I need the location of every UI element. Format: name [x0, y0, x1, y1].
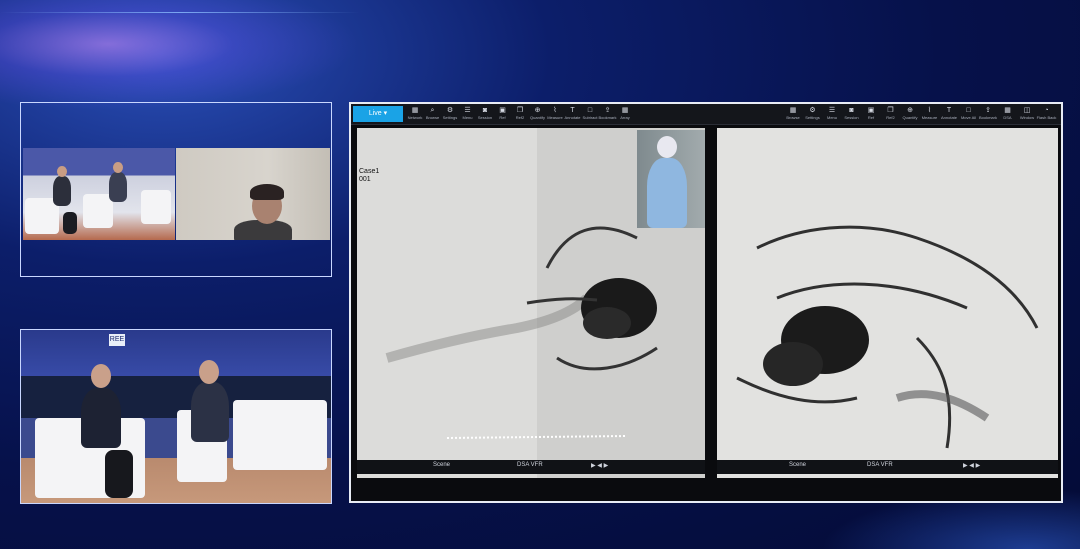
panelist-head [91, 364, 111, 388]
toolbar-button-label: Ref [867, 115, 875, 120]
speaker-figure [53, 176, 71, 206]
ruler-icon: ⌇ [927, 107, 932, 114]
zoom-icon: ⊕ [907, 107, 913, 114]
toolbar-button[interactable]: ⌇ Measure [920, 106, 940, 122]
toolbar-button[interactable]: ⚙ Settings [803, 106, 823, 122]
toolbar-button-label: DSA [1003, 115, 1012, 120]
toolbar-button[interactable]: ◔ Flash Back [1037, 106, 1057, 122]
angiogram-image [717, 128, 1058, 478]
grid-icon: ▦ [621, 107, 629, 114]
window-icon: ◫ [1023, 107, 1031, 114]
toolbar-button-label: Annotate [940, 115, 957, 120]
toolbar-button[interactable]: ⇪ Bookmark [978, 106, 998, 122]
toolbar-button-label: Settings [805, 115, 820, 120]
dsa-toolbar: Live ▾ ▦ Network ⌕ Browse ⚙ Settings ☰ Menu ◙ Ses… [351, 104, 1061, 125]
dsa-monitor[interactable]: Live ▾ ▦ Network ⌕ Browse ⚙ Settings ☰ Menu ◙ Ses… [349, 102, 1063, 503]
toolbar-button[interactable]: ◫ Window [1017, 106, 1037, 122]
toolbar-button-label: Menu [826, 115, 837, 120]
speaker-figure [109, 172, 127, 202]
angiogram-view-ap[interactable]: Case1 001 Scene DSA VFR ▶ ◀ ▶ [357, 128, 705, 478]
left-viewport-footer: Scene DSA VFR ▶ ◀ ▶ [357, 460, 705, 474]
save-icon: ▣ [867, 107, 875, 114]
scene-button[interactable]: Scene [433, 462, 450, 468]
live-button[interactable]: Live ▾ [353, 106, 403, 122]
square-icon: □ [966, 107, 971, 114]
toolbar-button-label: Quantify [902, 115, 918, 120]
gear-icon: ⚙ [809, 107, 816, 114]
toolbar-button-label: Measure [921, 115, 938, 120]
speaker-head [57, 166, 67, 177]
panelist-head [199, 360, 219, 384]
armchair [141, 190, 171, 224]
toolbar-button[interactable]: ▦ DSA [998, 106, 1018, 122]
toolbar-button[interactable]: ☰ Menu [822, 106, 842, 122]
video-inset-operating-room[interactable] [637, 130, 705, 228]
toolbar-button-label: Move All [960, 115, 977, 120]
armchair [83, 194, 113, 228]
toolbar-button[interactable]: T Annotate [939, 106, 959, 122]
text-icon: T [946, 107, 952, 114]
toolbar-button[interactable]: ▣ Ref [861, 106, 881, 122]
toolbar-button[interactable]: ◙ Session [842, 106, 862, 122]
surgeon-head [657, 136, 677, 158]
play-controls[interactable]: ▶ ◀ ▶ [591, 462, 608, 469]
armchair [233, 400, 327, 470]
camera-icon: ◙ [849, 107, 854, 114]
toolbar-button-label: Array [620, 115, 630, 120]
video-tile-forum[interactable] [23, 148, 175, 240]
remote-participant-hair [250, 184, 284, 200]
video-panel-top-left[interactable] [20, 102, 332, 277]
video-tile-remote-participant[interactable] [176, 148, 330, 240]
stage-nameplate: REE [109, 334, 125, 346]
toolbar-button-label: Bookmark [978, 115, 997, 120]
surgeon-figure [647, 158, 687, 228]
toolbar-button[interactable]: □ Move All [959, 106, 979, 122]
toolbar-button[interactable]: ▦ Browse [783, 106, 803, 122]
case-name: Case1 [359, 168, 380, 175]
right-viewport-footer: Scene DSA VFR ▶ ◀ ▶ [717, 460, 1058, 474]
background-nebula [0, 0, 360, 110]
toolbar-button-label: Session [844, 115, 859, 120]
grid-icon: ▦ [789, 107, 797, 114]
clock-icon: ◔ [1044, 107, 1049, 114]
toolbar-button-label: Flash Back [1036, 115, 1057, 120]
panelist-figure [191, 382, 229, 442]
mode-label: DSA VFR [867, 462, 893, 468]
mode-label: DSA VFR [517, 462, 543, 468]
angiogram-view-lateral[interactable]: Scene DSA VFR ▶ ◀ ▶ [717, 128, 1058, 478]
backpack [105, 450, 133, 498]
case-label: Case1 001 [359, 168, 379, 184]
video-panel-stage[interactable]: REE [20, 329, 332, 504]
backpack [63, 212, 77, 234]
speaker-head [113, 162, 123, 173]
play-controls[interactable]: ▶ ◀ ▶ [963, 462, 980, 469]
toolbar-button-label: Browse [786, 115, 800, 120]
toolbar-button[interactable]: ▦ Array [615, 106, 635, 122]
toolbar-button[interactable]: ⊕ Quantify [900, 106, 920, 122]
menu-icon: ☰ [828, 107, 836, 114]
grid-icon: ▦ [1004, 107, 1011, 114]
case-number: 001 [359, 176, 371, 183]
background-light-line [0, 12, 360, 13]
copy-icon: ❐ [887, 107, 894, 114]
panelist-figure [81, 388, 121, 448]
toolbar-button-label: Ref2 [886, 115, 895, 120]
export-icon: ⇪ [985, 107, 991, 114]
scene-button[interactable]: Scene [789, 462, 806, 468]
toolbar-button-label: Window [1019, 115, 1035, 120]
toolbar-button[interactable]: ❐ Ref2 [881, 106, 901, 122]
